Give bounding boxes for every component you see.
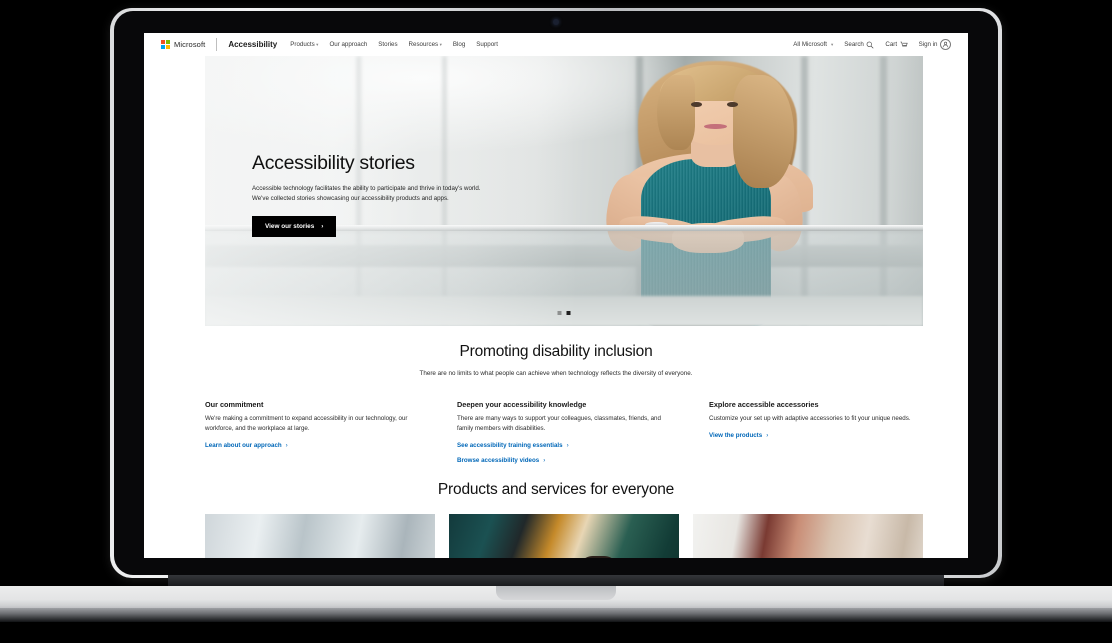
column-our-commitment: Our commitment We're making a commitment…: [205, 400, 419, 464]
microsoft-logo-icon[interactable]: [161, 40, 170, 49]
chevron-right-icon: ›: [321, 222, 324, 230]
sign-in-button[interactable]: Sign in: [919, 39, 951, 50]
nav-utility-group: All Microsoft ▾ Search Cart Sign in: [793, 39, 951, 50]
promo-section: Promoting disability inclusion There are…: [144, 343, 968, 377]
search-label: Search: [844, 41, 864, 48]
search-button[interactable]: Search: [844, 41, 874, 49]
link-learn-about-our-approach[interactable]: Learn about our approach ›: [205, 442, 419, 449]
nav-item-stories[interactable]: Stories: [378, 41, 397, 48]
search-icon: [867, 41, 874, 48]
laptop-front-notch: [496, 586, 616, 600]
chevron-right-icon: ›: [285, 441, 288, 449]
column-title: Explore accessible accessories: [709, 400, 819, 409]
figure-eye-left: [690, 101, 703, 107]
link-view-the-products[interactable]: View the products ›: [709, 432, 923, 439]
view-our-stories-label: View our stories: [265, 222, 315, 230]
chevron-right-icon: ›: [766, 431, 769, 439]
column-accessible-accessories: Explore accessible accessories Customize…: [709, 400, 923, 464]
nav-item-products[interactable]: Products ▾: [290, 41, 318, 48]
microsoft-wordmark[interactable]: Microsoft: [174, 40, 205, 49]
link-see-accessibility-training-essentials[interactable]: See accessibility training essentials ›: [457, 442, 671, 449]
browser-screen: Microsoft Accessibility Products ▾ Our ap…: [144, 33, 968, 558]
carousel-indicators: [557, 311, 571, 315]
cart-label: Cart: [885, 41, 898, 48]
hero-subtitle: Accessible technology facilitates the ab…: [252, 185, 481, 203]
link-label: View the products: [709, 431, 763, 439]
figure-mouth: [704, 123, 727, 129]
view-our-stories-button[interactable]: View our stories ›: [252, 215, 337, 237]
figure-eye-right: [727, 101, 739, 107]
hero-title: Accessibility stories: [252, 152, 415, 174]
nav-item-blog[interactable]: Blog: [453, 41, 465, 48]
column-title: Our commitment: [205, 400, 264, 409]
column-body: Customize your set up with adaptive acce…: [709, 415, 911, 422]
nav-item-resources-label: Resources: [408, 41, 439, 48]
link-browse-accessibility-videos[interactable]: Browse accessibility videos ›: [457, 457, 671, 464]
link-label: See accessibility training essentials: [457, 441, 563, 449]
product-card-1[interactable]: [205, 514, 435, 558]
site-navigation-bar: Microsoft Accessibility Products ▾ Our ap…: [144, 33, 968, 56]
webcam-icon: [553, 19, 559, 25]
all-microsoft-menu[interactable]: All Microsoft ▾: [793, 41, 833, 48]
nav-item-products-label: Products: [290, 41, 315, 48]
product-card-2[interactable]: [449, 514, 679, 558]
product-cards-row: [205, 514, 923, 558]
sign-in-label: Sign in: [918, 41, 938, 48]
chevron-right-icon: ›: [543, 456, 546, 464]
carousel-dot-2[interactable]: [566, 311, 571, 315]
laptop-mockup: Microsoft Accessibility Products ▾ Our ap…: [0, 0, 1112, 643]
hero-banner: Accessibility stories Accessible technol…: [205, 56, 923, 326]
all-microsoft-label: All Microsoft: [793, 41, 827, 48]
cart-icon: [900, 41, 908, 46]
brand-accessibility-link[interactable]: Accessibility: [228, 40, 277, 49]
chevron-down-icon: ▾: [316, 42, 319, 47]
nav-item-our-approach[interactable]: Our approach: [329, 41, 367, 48]
nav-item-support[interactable]: Support: [476, 41, 498, 48]
column-title: Deepen your accessibility knowledge: [457, 400, 587, 409]
hero-copy-block: Accessibility stories Accessible technol…: [252, 152, 552, 237]
chevron-right-icon: ›: [566, 441, 569, 449]
laptop-base-lip: [0, 608, 1112, 622]
nav-divider: [216, 38, 218, 51]
figure-hair-left: [656, 74, 695, 151]
chevron-down-icon: ▾: [439, 42, 442, 47]
person-icon: [942, 41, 949, 48]
avatar[interactable]: [940, 39, 951, 50]
link-label: Learn about our approach: [205, 441, 282, 449]
promo-title: Promoting disability inclusion: [459, 343, 653, 360]
figure-hair-right: [732, 74, 794, 189]
chevron-down-icon: ▾: [831, 41, 834, 47]
nav-item-resources[interactable]: Resources ▾: [409, 41, 442, 48]
cart-button[interactable]: Cart: [885, 41, 908, 49]
column-body: We're making a commitment to expand acce…: [205, 415, 408, 432]
products-section-title: Products and services for everyone: [437, 481, 675, 498]
column-body: There are many ways to support your coll…: [457, 415, 661, 432]
three-column-section: Our commitment We're making a commitment…: [205, 400, 923, 464]
link-label: Browse accessibility videos: [457, 456, 540, 464]
promo-subtitle: There are no limits to what people can a…: [419, 370, 693, 377]
column-deepen-knowledge: Deepen your accessibility knowledge Ther…: [457, 400, 671, 464]
product-card-3[interactable]: [693, 514, 923, 558]
carousel-dot-1[interactable]: [557, 311, 562, 315]
